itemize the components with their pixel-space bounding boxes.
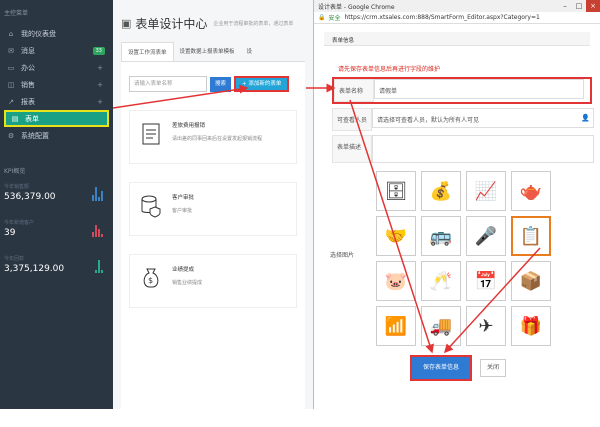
icon-option-microphone[interactable]: 🎤 xyxy=(466,216,506,256)
form-card[interactable]: $ 业绩提成销售业绩提成 xyxy=(129,254,297,308)
page-title: ▣ 表单设计中心 企业用于流程审批的表单，通过表单 xyxy=(121,16,294,31)
sidebar-item-office[interactable]: ▭ 办公 + xyxy=(0,59,113,76)
icon-option-cheers[interactable]: 🥂 xyxy=(421,261,461,301)
icon-option-truck[interactable]: 🚚 xyxy=(421,306,461,346)
maximize-icon[interactable]: □ xyxy=(572,0,586,12)
icon-option-document[interactable]: 📋 xyxy=(511,216,551,256)
search-input[interactable]: 请输入表单名称 xyxy=(129,76,207,92)
money-bag-icon: $ xyxy=(143,268,159,288)
kpi-value: 3,375,129.00 xyxy=(4,264,65,274)
lock-icon: 🔒 xyxy=(318,14,326,21)
sidebar-header: 主控菜单 xyxy=(4,10,29,17)
toolbar: 请输入表单名称 搜索 + 添加新的表单 xyxy=(129,76,297,92)
browser-window: 设计表单 - Google Chrome – □ × 🔒 安全 https://cr… xyxy=(313,0,600,409)
form-designer-icon: ▣ xyxy=(121,16,132,30)
bag-icon: ◫ xyxy=(7,80,15,89)
address-bar[interactable]: 🔒 安全 https://crm.xtsales.com:888/SmartFo… xyxy=(314,12,600,24)
window-titlebar: 设计表单 - Google Chrome – □ × xyxy=(314,0,600,12)
card-desc: 请出差的同事回来后在设置发起报销流程 xyxy=(172,136,263,142)
kpi-sparkline xyxy=(92,225,103,237)
icon-option-box[interactable]: 📦 xyxy=(511,261,551,301)
expand-icon: + xyxy=(97,80,103,89)
card-title: 业绩提成 xyxy=(172,267,195,273)
form-card[interactable]: 客户审批 客户审批 xyxy=(129,182,297,236)
icon-option-presentation[interactable]: 📈 xyxy=(466,171,506,211)
database-shield-icon xyxy=(141,195,161,218)
icon-option-handshake[interactable]: 🤝 xyxy=(376,216,416,256)
chart-icon: ↗ xyxy=(8,97,14,106)
form-name-row: 表单名称 请假单 xyxy=(332,77,592,104)
expand-icon: + xyxy=(97,97,103,106)
dashboard-icon: ⌂ xyxy=(8,29,14,38)
sidebar-item-dashboard[interactable]: ⌂ 我的仪表盘 xyxy=(0,25,113,42)
form-name-input[interactable]: 请假单 xyxy=(374,79,584,99)
close-icon[interactable]: × xyxy=(586,0,600,12)
kpi-label: 今年回款 xyxy=(4,256,25,262)
icon-option-gift[interactable]: 🎁 xyxy=(511,306,551,346)
card-desc: 客户审批 xyxy=(172,208,193,214)
icon-picker: 🗄 💰 📈 🫖 🤝 🚌 🎤 📋 🐷 🥂 📅 📦 📶 🚚 ✈ 🎁 xyxy=(376,171,600,346)
sidebar-item-messages[interactable]: ✉ 消息 33 xyxy=(0,42,113,59)
message-icon: ✉ xyxy=(8,46,14,55)
message-count-badge: 33 xyxy=(92,46,105,55)
close-button[interactable]: 关闭 xyxy=(480,359,506,377)
desktop-icon: ▭ xyxy=(7,63,15,72)
svg-text:$: $ xyxy=(148,276,153,285)
form-tab[interactable]: 表单信息 xyxy=(324,32,590,46)
description-row: 表单描述 xyxy=(332,135,600,163)
table-icon: ▤ xyxy=(11,114,19,123)
window-title: 设计表单 - Google Chrome xyxy=(318,3,395,11)
field-label: 表单描述 xyxy=(332,135,372,163)
viewers-input[interactable]: 请选择可查看人员，默认为所有人可见 xyxy=(372,108,594,128)
icon-picker-label: 选择图片 xyxy=(330,252,355,259)
sidebar: 主控菜单 ⌂ 我的仪表盘 ✉ 消息 33 ▭ 办公 + ◫ 销售 + ↗ 报表 + ▤ 表单 ⚙ 系统… xyxy=(0,0,113,409)
gear-icon: ⚙ xyxy=(7,131,15,140)
sidebar-item-forms[interactable]: ▤ 表单 xyxy=(4,110,109,127)
field-label: 表单名称 xyxy=(334,79,374,102)
kpi-title: KPI概览 xyxy=(4,168,26,175)
warning-notice: 请先保存表单信息后再进行字段的维护 xyxy=(338,66,441,73)
description-textarea[interactable] xyxy=(372,135,594,163)
sidebar-item-reports[interactable]: ↗ 报表 + xyxy=(0,93,113,110)
card-desc: 销售业绩提成 xyxy=(172,280,203,286)
tab-report-templates[interactable]: 设置数据上报表单模板 xyxy=(174,42,241,61)
main-content: ▣ 表单设计中心 企业用于流程审批的表单，通过表单 设置工作流表单 设置数据上报… xyxy=(113,0,313,427)
kpi-customers: 今年新增客户 39 xyxy=(4,215,109,245)
card-title: 客户审批 xyxy=(172,195,195,201)
icon-option-airplane[interactable]: ✈ xyxy=(466,306,506,346)
field-label: 可查看人员 xyxy=(332,108,372,131)
icon-option-bus[interactable]: 🚌 xyxy=(421,216,461,256)
forms-panel: 请输入表单名称 搜索 + 添加新的表单 差旅费用报销请出差的同事回来后在设置发起… xyxy=(121,62,305,427)
tab-workflow-forms[interactable]: 设置工作流表单 xyxy=(121,42,174,61)
page-subtitle: 企业用于流程审批的表单，通过表单 xyxy=(213,20,294,27)
card-title: 差旅费用报销 xyxy=(172,123,206,129)
sidebar-item-settings[interactable]: ⚙ 系统配置 xyxy=(0,127,113,144)
expand-icon: + xyxy=(97,63,103,72)
url-text: https://crm.xtsales.com:888/SmartForm_Ed… xyxy=(344,14,540,21)
icon-option-calendar[interactable]: 📅 xyxy=(466,261,506,301)
tab-more[interactable]: 设 xyxy=(241,42,259,61)
search-button[interactable]: 搜索 xyxy=(210,76,232,92)
user-icon[interactable]: 👤 xyxy=(581,114,590,122)
secure-label: 安全 xyxy=(328,15,341,22)
minimize-icon[interactable]: – xyxy=(558,0,572,12)
icon-option-money-bag[interactable]: 💰 xyxy=(421,171,461,211)
form-card[interactable]: 差旅费用报销请出差的同事回来后在设置发起报销流程 xyxy=(129,110,297,164)
kpi-sparkline xyxy=(92,187,103,201)
icon-option-teapot[interactable]: 🫖 xyxy=(511,171,551,211)
kpi-sales: 今年销售额 536,379.00 xyxy=(4,179,109,209)
viewers-row: 可查看人员 请选择可查看人员，默认为所有人可见 👤 xyxy=(332,108,600,131)
icon-option-piggy-bank[interactable]: 🐷 xyxy=(376,261,416,301)
kpi-payments: 今年回款 3,375,129.00 xyxy=(4,251,109,281)
icon-option-growth[interactable]: 📶 xyxy=(376,306,416,346)
kpi-sparkline xyxy=(95,260,103,273)
icon-option-database[interactable]: 🗄 xyxy=(376,171,416,211)
save-form-button[interactable]: 保存表单信息 xyxy=(410,355,472,381)
document-icon xyxy=(142,123,160,145)
tab-bar: 设置工作流表单 设置数据上报表单模板 设 xyxy=(121,42,305,62)
sidebar-item-sales[interactable]: ◫ 销售 + xyxy=(0,76,113,93)
add-form-button[interactable]: + 添加新的表单 xyxy=(234,76,290,92)
